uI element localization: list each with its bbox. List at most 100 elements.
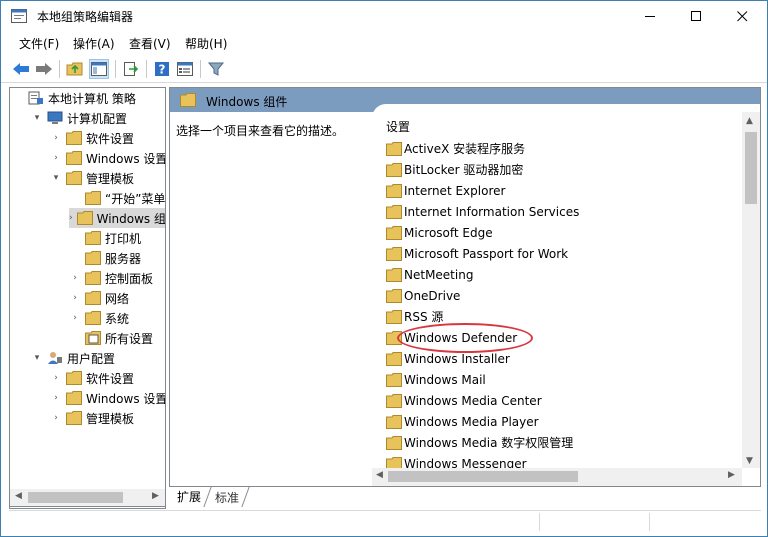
menu-action[interactable]: 操作(A) — [73, 35, 115, 52]
tree-node-label: 服务器 — [105, 251, 142, 266]
expand-chevron-icon[interactable]: › — [69, 308, 81, 328]
list-item[interactable]: Windows Media Player — [386, 411, 539, 432]
tree-node[interactable]: › Windows 组件 — [69, 208, 165, 228]
properties-button[interactable] — [175, 59, 195, 79]
up-level-button[interactable] — [65, 59, 85, 79]
menu-bar: 文件(F) 操作(A) 查看(V) 帮助(H) — [1, 32, 767, 54]
list-item[interactable]: Internet Information Services — [386, 201, 579, 222]
help-button[interactable]: ? — [152, 59, 172, 79]
scroll-thumb[interactable] — [745, 132, 757, 204]
list-item[interactable]: Windows Media 数字权限管理 — [386, 432, 573, 453]
scroll-right-icon[interactable]: ▶ — [152, 491, 159, 501]
tree-node[interactable]: › Windows 设置 — [50, 388, 166, 408]
list-item[interactable]: RSS 源 — [386, 306, 443, 327]
list-item[interactable]: Microsoft Passport for Work — [386, 243, 568, 264]
close-icon — [736, 10, 747, 21]
folder-up-icon — [66, 62, 83, 76]
tree-node[interactable]: 打印机 — [69, 228, 141, 248]
tree-node[interactable]: › 网络 — [69, 288, 129, 308]
details-pane: Windows 组件 选择一个项目来查看它的描述。 设置 ActiveX 安装程… — [169, 87, 761, 487]
expand-chevron-icon[interactable]: › — [50, 408, 62, 428]
expand-chevron-icon[interactable]: › — [50, 368, 62, 388]
filter-button[interactable] — [206, 59, 226, 79]
collapse-chevron-icon[interactable]: ▾ — [31, 108, 43, 128]
expand-chevron-icon[interactable]: › — [50, 128, 62, 148]
expand-chevron-icon — [12, 88, 24, 108]
scroll-down-icon[interactable]: ▼ — [746, 456, 753, 466]
tree-node-label: 用户配置 — [67, 351, 116, 366]
console-tree[interactable]: 本地计算机 策略 ▾ 计算机配置 › 软件设置 › Windows 设置 ▾ 管理模板 “开始”菜… — [9, 87, 166, 509]
tree-node[interactable]: ▾ 管理模板 — [50, 168, 134, 188]
show-hide-tree-button[interactable] — [89, 59, 109, 79]
expand-chevron-icon[interactable]: › — [50, 388, 62, 408]
list-item[interactable]: Windows Installer — [386, 348, 510, 369]
folder-icon — [66, 151, 82, 165]
tab-standard[interactable]: 标准 — [207, 487, 245, 507]
export-list-button[interactable] — [121, 59, 141, 79]
scroll-left-icon[interactable]: ◀ — [376, 470, 383, 480]
tree-node[interactable]: › Windows 设置 — [50, 148, 165, 168]
list-item[interactable]: Internet Explorer — [386, 180, 505, 201]
folder-icon — [386, 204, 402, 219]
tree-node-label: Windows 设置 — [86, 391, 166, 406]
expand-chevron-icon[interactable]: › — [69, 208, 73, 228]
policy-editor-icon — [11, 9, 27, 23]
scroll-left-icon[interactable]: ◀ — [15, 491, 22, 501]
menu-view[interactable]: 查看(V) — [129, 35, 171, 52]
maximize-button[interactable] — [673, 1, 719, 31]
tree-node[interactable]: › 软件设置 — [50, 368, 134, 388]
tree-node[interactable]: ▾ 计算机配置 — [31, 108, 127, 128]
menu-help[interactable]: 帮助(H) — [185, 35, 227, 52]
list-item[interactable]: ActiveX 安装程序服务 — [386, 138, 525, 159]
tree-horizontal-scrollbar[interactable]: ◀ ▶ — [9, 489, 166, 507]
tree-node[interactable]: ▾ 用户配置 — [31, 348, 115, 368]
back-button[interactable] — [11, 59, 31, 79]
list-vertical-scrollbar[interactable]: ▲ ▼ — [742, 112, 760, 468]
tree-node[interactable]: › 软件设置 — [50, 128, 134, 148]
scroll-right-icon[interactable]: ▶ — [728, 470, 735, 480]
folder-icon — [386, 183, 402, 198]
description-text: 选择一个项目来查看它的描述。 — [176, 124, 345, 138]
tree-node[interactable]: › 系统 — [69, 308, 129, 328]
list-item[interactable]: Windows Mail — [386, 369, 486, 390]
tree-node[interactable]: › 管理模板 — [50, 408, 134, 428]
close-button[interactable] — [719, 1, 765, 31]
tree-node[interactable]: 本地计算机 策略 — [12, 88, 136, 108]
tree-node[interactable]: 服务器 — [69, 248, 141, 268]
expand-chevron-icon — [69, 248, 81, 268]
scroll-up-icon[interactable]: ▲ — [746, 116, 753, 126]
column-header-setting[interactable]: 设置 — [386, 118, 410, 135]
scroll-thumb[interactable] — [28, 492, 123, 503]
window-title: 本地组策略编辑器 — [37, 10, 134, 24]
list-horizontal-scrollbar[interactable]: ◀ ▶ — [372, 468, 742, 486]
expand-chevron-icon[interactable]: › — [50, 148, 62, 168]
minimize-button[interactable] — [627, 1, 673, 31]
expand-chevron-icon[interactable]: › — [69, 288, 81, 308]
list-item[interactable]: Microsoft Edge — [386, 222, 493, 243]
list-item[interactable]: Windows Defender — [386, 327, 517, 348]
folder-icon — [85, 271, 101, 285]
list-item[interactable]: OneDrive — [386, 285, 460, 306]
tree-node[interactable]: “开始”菜单和 — [69, 188, 166, 208]
expand-chevron-icon[interactable]: › — [69, 268, 81, 288]
scroll-thumb[interactable] — [388, 471, 578, 482]
forward-button[interactable] — [34, 59, 54, 79]
tree-node[interactable]: 所有设置 — [69, 328, 153, 348]
view-tabs: 扩展 标准 — [169, 487, 469, 507]
properties-icon — [177, 62, 193, 76]
tree-node-label: “开始”菜单和 — [105, 191, 166, 206]
menu-file[interactable]: 文件(F) — [19, 35, 59, 52]
list-item-label: Windows Media Center — [404, 393, 542, 408]
tree-node[interactable]: › 控制面板 — [69, 268, 153, 288]
list-item[interactable]: Windows Media Center — [386, 390, 542, 411]
folder-icon — [386, 330, 402, 345]
svg-text:?: ? — [159, 63, 166, 77]
tree-node-label: 软件设置 — [86, 371, 135, 386]
collapse-chevron-icon[interactable]: ▾ — [50, 168, 62, 188]
tree-node-label: 打印机 — [105, 231, 142, 246]
collapse-chevron-icon[interactable]: ▾ — [31, 348, 43, 368]
tab-extended[interactable]: 扩展 — [169, 487, 207, 507]
folder-icon — [386, 288, 402, 303]
list-item[interactable]: BitLocker 驱动器加密 — [386, 159, 523, 180]
list-item[interactable]: NetMeeting — [386, 264, 473, 285]
